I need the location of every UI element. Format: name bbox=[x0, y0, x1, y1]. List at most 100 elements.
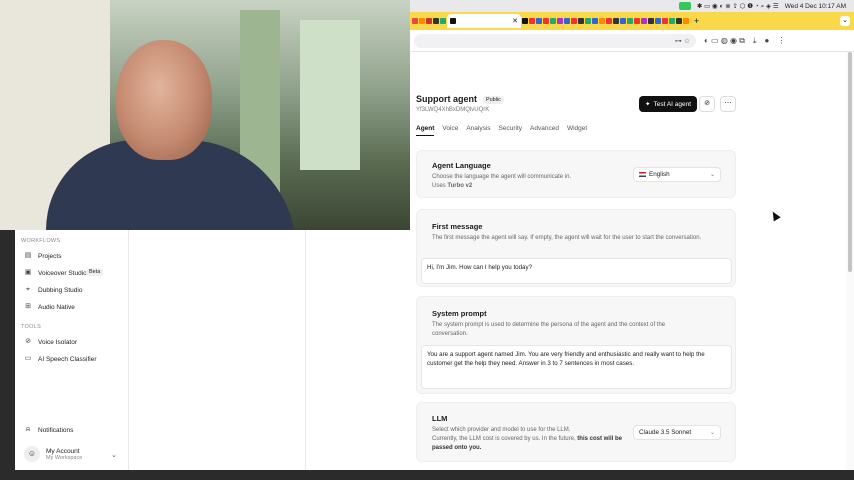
card-title: First message bbox=[432, 222, 483, 231]
card-title: LLM bbox=[432, 414, 448, 423]
link-icon: ⊘ bbox=[704, 100, 710, 107]
blank-panel bbox=[306, 230, 410, 470]
llm-select[interactable]: Claude 3.5 Sonnet ⌄ bbox=[633, 425, 721, 440]
tab-favicon[interactable] bbox=[440, 18, 446, 24]
account-switcher[interactable]: ☺ My Account My Workspace bbox=[24, 446, 82, 462]
webcam-video-overlay bbox=[0, 0, 410, 230]
tab-security[interactable]: Security bbox=[499, 125, 522, 136]
clock[interactable]: Wed 4 Dec 10:17 AM bbox=[785, 3, 846, 10]
test-ai-agent-button[interactable]: ✦ Test AI agent bbox=[639, 96, 698, 112]
sidebar-item-voice-isolator[interactable]: ⊘ Voice Isolator bbox=[24, 338, 77, 346]
public-badge: Public bbox=[482, 96, 504, 105]
tab-favicon[interactable] bbox=[606, 18, 612, 24]
sidebar-item-notifications[interactable]: ⍾ Notifications bbox=[24, 426, 74, 434]
tab-favicon[interactable] bbox=[426, 18, 432, 24]
sidebar-item-label: Voiceover Studio bbox=[38, 269, 87, 277]
uses-prefix: Uses bbox=[432, 183, 446, 189]
tab-favicon[interactable] bbox=[557, 18, 563, 24]
tab-favicon[interactable] bbox=[648, 18, 654, 24]
tab-favicon[interactable] bbox=[419, 18, 425, 24]
llm-cost-note: Currently, the LLM cost is covered by us… bbox=[432, 435, 622, 452]
tab-favicon[interactable] bbox=[412, 18, 418, 24]
sidebar-item-projects[interactable]: ▤ Projects bbox=[24, 252, 62, 260]
profile-avatar-icon[interactable]: ● bbox=[765, 36, 770, 45]
ellipsis-icon: ⋯ bbox=[724, 100, 732, 107]
close-tab-icon[interactable]: ✕ bbox=[512, 17, 518, 25]
sidebar: WORKFLOWS ▤ Projects ▣ Voiceover Studio … bbox=[15, 230, 129, 470]
us-flag-icon bbox=[639, 172, 646, 177]
tab-favicon[interactable] bbox=[550, 18, 556, 24]
tab-widget[interactable]: Widget bbox=[567, 125, 587, 136]
tab-favicon[interactable] bbox=[655, 18, 661, 24]
chevron-down-icon[interactable]: ⌄ bbox=[111, 451, 117, 459]
tab-analysis[interactable]: Analysis bbox=[466, 125, 490, 136]
tab-favicon[interactable] bbox=[585, 18, 591, 24]
chevron-down-icon: ⌄ bbox=[709, 172, 715, 178]
classifier-icon: ▭ bbox=[24, 355, 32, 362]
download-icon[interactable]: ⤓ bbox=[753, 36, 757, 46]
sidebar-item-dubbing-studio[interactable]: ⌖ Dubbing Studio bbox=[24, 286, 82, 294]
tab-favicon[interactable] bbox=[543, 18, 549, 24]
copy-link-button[interactable]: ⊘ bbox=[699, 96, 715, 112]
sidebar-item-label: Notifications bbox=[38, 426, 74, 434]
page-title: Support agent bbox=[416, 94, 477, 104]
projects-icon: ▤ bbox=[24, 252, 32, 259]
tab-favicon[interactable] bbox=[536, 18, 542, 24]
omnibox-icons[interactable]: ⊶ ☆ bbox=[675, 37, 690, 45]
sidebar-item-label: AI Speech Classifier bbox=[38, 355, 97, 363]
tab-favicon[interactable] bbox=[433, 18, 439, 24]
active-tab[interactable]: ✕ bbox=[447, 14, 521, 28]
tab-favicon[interactable] bbox=[564, 18, 570, 24]
workflows-section-label: WORKFLOWS bbox=[21, 238, 61, 244]
more-options-button[interactable]: ⋯ bbox=[720, 96, 736, 112]
beta-badge: Beta bbox=[86, 268, 104, 276]
tab-favicon[interactable] bbox=[634, 18, 640, 24]
tab-favicon[interactable] bbox=[627, 18, 633, 24]
page-scrollbar[interactable] bbox=[846, 52, 854, 470]
language-select[interactable]: English ⌄ bbox=[633, 167, 721, 182]
tab-favicon[interactable] bbox=[613, 18, 619, 24]
sidebar-item-ai-speech-classifier[interactable]: ▭ AI Speech Classifier bbox=[24, 355, 97, 363]
tab-favicon[interactable] bbox=[571, 18, 577, 24]
tab-favicon[interactable] bbox=[683, 18, 689, 24]
voice-isolator-icon: ⊘ bbox=[25, 338, 31, 345]
address-bar[interactable]: ⊶ ☆ bbox=[414, 33, 696, 48]
chrome-menu-icon[interactable]: ⋮ bbox=[777, 36, 785, 45]
tab-favicon[interactable] bbox=[669, 18, 675, 24]
sparkle-icon: ✦ bbox=[645, 101, 651, 108]
first-message-field[interactable]: Hi, I'm Jim. How can I help you today? bbox=[421, 258, 732, 284]
scrollbar-thumb[interactable] bbox=[848, 52, 852, 272]
llm-card: LLM Select which provider and model to u… bbox=[416, 402, 736, 462]
extensions-icons[interactable]: ◐ ▭ ◍ ◉ ⧉ bbox=[704, 36, 745, 46]
tab-favicon[interactable] bbox=[620, 18, 626, 24]
sidebar-item-audio-native[interactable]: ⊞ Audio Native bbox=[24, 303, 75, 311]
tab-search-chevron-icon[interactable]: ⌄ bbox=[840, 16, 850, 26]
tab-favicon[interactable] bbox=[592, 18, 598, 24]
agent-language-card: Agent Language Choose the language the a… bbox=[416, 150, 736, 198]
blank-panel bbox=[129, 230, 306, 470]
first-message-card: First message The first message the agen… bbox=[416, 209, 736, 287]
account-name: My Account bbox=[46, 447, 80, 455]
tab-voice[interactable]: Voice bbox=[442, 125, 458, 136]
agent-tabs: Agent Voice Analysis Security Advanced W… bbox=[416, 125, 587, 136]
tab-favicon[interactable] bbox=[522, 18, 528, 24]
new-tab-icon[interactable]: + bbox=[694, 16, 699, 26]
sidebar-item-voiceover-studio[interactable]: ▣ Voiceover Studio bbox=[24, 269, 87, 277]
tab-favicon[interactable] bbox=[662, 18, 668, 24]
language-selected: English bbox=[649, 171, 670, 178]
facetime-icon[interactable] bbox=[678, 2, 691, 10]
card-title: System prompt bbox=[432, 309, 487, 318]
tab-favicon[interactable] bbox=[578, 18, 584, 24]
tab-advanced[interactable]: Advanced bbox=[530, 125, 559, 136]
voiceover-icon: ▣ bbox=[24, 269, 32, 276]
tab-favicon[interactable] bbox=[676, 18, 682, 24]
tab-favicon[interactable] bbox=[529, 18, 535, 24]
tab-agent[interactable]: Agent bbox=[416, 125, 435, 136]
tab-favicon[interactable] bbox=[641, 18, 647, 24]
llm-selected: Claude 3.5 Sonnet bbox=[639, 429, 692, 436]
system-prompt-card: System prompt The system prompt is used … bbox=[416, 296, 736, 394]
llm-note-prefix: Currently, the LLM cost is covered by us… bbox=[432, 436, 576, 442]
tab-favicon[interactable] bbox=[599, 18, 605, 24]
system-prompt-field[interactable]: You are a support agent named Jim. You a… bbox=[421, 345, 732, 389]
status-icons[interactable]: ✱ ▭ ◉ ◐ ⊗ ⇪ ⬡ ❶ ◔ ⌕ ◈ ☰ bbox=[697, 2, 779, 11]
